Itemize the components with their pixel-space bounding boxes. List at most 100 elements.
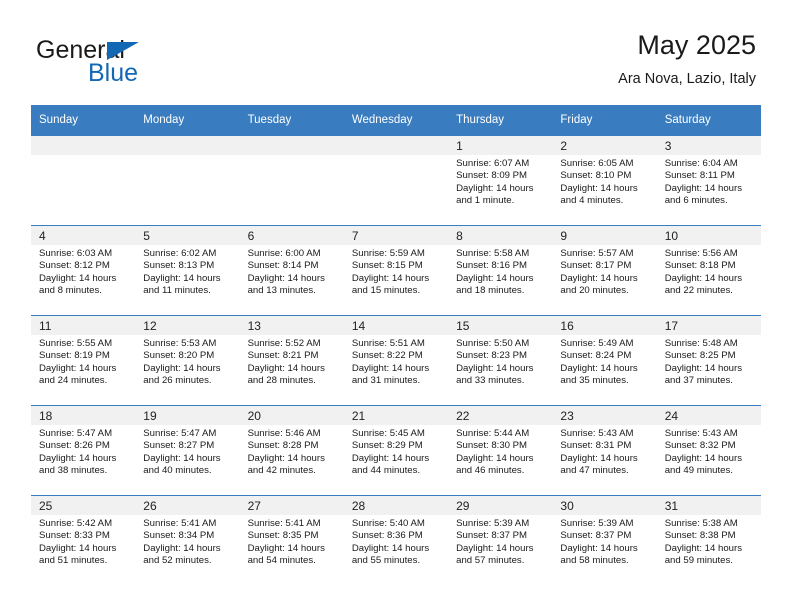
calendar-day-cell[interactable]: 1 Sunrise: 6:07 AM Sunset: 8:09 PM Daylight… [448, 135, 553, 226]
daylight-text-line1: Daylight: 14 hours [664, 452, 743, 464]
day-cell-details: Sunrise: 5:55 AM Sunset: 8:19 PM Daylight:… [31, 335, 135, 388]
calendar-day-cell[interactable]: 24 Sunrise: 5:43 AM Sunset: 8:32 PM Dayligh… [656, 405, 761, 496]
day-cell-inner [239, 136, 344, 225]
calendar-day-cell[interactable]: 30 Sunrise: 5:39 AM Sunset: 8:37 PM Dayligh… [552, 495, 657, 585]
daylight-text-line1: Daylight: 14 hours [456, 182, 534, 194]
day-number: 8 [448, 226, 553, 245]
weekday-header-sunday: Sunday [31, 105, 136, 136]
sunrise-text: Sunrise: 5:39 AM [456, 518, 530, 529]
daylight-text-line2: and 22 minutes. [664, 285, 733, 297]
calendar-day-cell[interactable]: 18 Sunrise: 5:47 AM Sunset: 8:26 PM Dayligh… [31, 405, 136, 496]
sunrise-text: Sunrise: 5:57 AM [560, 248, 634, 259]
sunset-text: Sunset: 8:28 PM [247, 440, 319, 452]
day-number: 25 [31, 496, 136, 515]
daylight-text-line1: Daylight: 14 hours [664, 542, 743, 554]
day-number: 15 [448, 316, 553, 335]
calendar-day-cell[interactable]: 10 Sunrise: 5:56 AM Sunset: 8:18 PM Dayligh… [656, 225, 761, 316]
calendar-day-cell[interactable]: 11 Sunrise: 5:55 AM Sunset: 8:19 PM Dayligh… [31, 315, 136, 406]
calendar-day-cell[interactable]: 4 Sunrise: 6:03 AM Sunset: 8:12 PM Daylight… [31, 225, 136, 316]
calendar-day-cell[interactable]: 16 Sunrise: 5:49 AM Sunset: 8:24 PM Dayligh… [552, 315, 657, 406]
daylight-text-line2: and 28 minutes. [247, 375, 316, 387]
daylight-text-line2: and 35 minutes. [560, 375, 629, 387]
day-cell-inner: 6 Sunrise: 6:00 AM Sunset: 8:14 PM Daylight… [239, 226, 344, 315]
daylight-text-line1: Daylight: 14 hours [664, 362, 743, 374]
day-cell-inner [135, 136, 240, 225]
day-number: 6 [239, 226, 344, 245]
title-block: May 2025 Ara Nova, Lazio, Italy [618, 28, 756, 90]
sunrise-text: Sunrise: 5:40 AM [351, 518, 425, 529]
daylight-text-line1: Daylight: 14 hours [39, 362, 117, 374]
weekday-header-tuesday: Tuesday [239, 105, 344, 136]
calendar-day-cell[interactable]: 29 Sunrise: 5:39 AM Sunset: 8:37 PM Dayligh… [448, 495, 553, 585]
day-number: 18 [31, 406, 136, 425]
daylight-text-line2: and 55 minutes. [351, 555, 421, 567]
calendar-day-cell[interactable]: 17 Sunrise: 5:48 AM Sunset: 8:25 PM Dayligh… [656, 315, 761, 406]
sunrise-text: Sunrise: 6:04 AM [664, 158, 738, 169]
calendar-day-cell[interactable]: 21 Sunrise: 5:45 AM Sunset: 8:29 PM Dayligh… [343, 405, 449, 496]
sunset-text: Sunset: 8:17 PM [560, 260, 632, 272]
sunset-text: Sunset: 8:31 PM [560, 440, 632, 452]
daylight-text-line2: and 40 minutes. [143, 465, 212, 477]
calendar-day-cell[interactable]: 8 Sunrise: 5:58 AM Sunset: 8:16 PM Daylight… [448, 225, 553, 316]
day-number: 1 [448, 136, 553, 155]
day-cell-inner: 29 Sunrise: 5:39 AM Sunset: 8:37 PM Dayligh… [448, 496, 553, 585]
calendar-day-cell[interactable]: 14 Sunrise: 5:51 AM Sunset: 8:22 PM Dayligh… [343, 315, 449, 406]
daylight-text-line2: and 51 minutes. [39, 555, 108, 567]
general-blue-logo[interactable]: General Blue [36, 36, 236, 96]
day-cell-details: Sunrise: 5:45 AM Sunset: 8:29 PM Daylight:… [344, 425, 448, 478]
sunrise-text: Sunrise: 6:03 AM [39, 248, 113, 259]
calendar-day-cell[interactable]: 26 Sunrise: 5:41 AM Sunset: 8:34 PM Dayligh… [135, 495, 240, 585]
calendar-day-cell[interactable]: 27 Sunrise: 5:41 AM Sunset: 8:35 PM Dayligh… [239, 495, 344, 585]
calendar-day-cell[interactable]: 15 Sunrise: 5:50 AM Sunset: 8:23 PM Dayligh… [448, 315, 553, 406]
sunset-text: Sunset: 8:25 PM [664, 350, 736, 362]
calendar-day-cell[interactable]: 13 Sunrise: 5:52 AM Sunset: 8:21 PM Dayligh… [239, 315, 344, 406]
sunrise-text: Sunrise: 6:00 AM [247, 248, 321, 259]
calendar-day-cell[interactable]: 31 Sunrise: 5:38 AM Sunset: 8:38 PM Dayligh… [656, 495, 761, 585]
day-cell-details: Sunrise: 5:43 AM Sunset: 8:31 PM Daylight:… [552, 425, 656, 478]
daylight-text-line2: and 52 minutes. [143, 555, 212, 567]
sunrise-text: Sunrise: 5:39 AM [560, 518, 634, 529]
daylight-text-line1: Daylight: 14 hours [351, 452, 430, 464]
daylight-text-line2: and 11 minutes. [143, 285, 211, 297]
day-number: 26 [135, 496, 240, 515]
sunset-text: Sunset: 8:32 PM [664, 440, 736, 452]
day-number: 17 [656, 316, 761, 335]
calendar-day-cell[interactable]: 25 Sunrise: 5:42 AM Sunset: 8:33 PM Dayligh… [31, 495, 136, 585]
day-number: 23 [552, 406, 657, 425]
daylight-text-line1: Daylight: 14 hours [351, 542, 430, 554]
weekday-header-friday: Friday [552, 105, 657, 136]
sunset-text: Sunset: 8:37 PM [456, 530, 528, 542]
calendar-day-cell[interactable]: 19 Sunrise: 5:47 AM Sunset: 8:27 PM Dayligh… [135, 405, 240, 496]
calendar-day-cell[interactable]: 7 Sunrise: 5:59 AM Sunset: 8:15 PM Daylight… [343, 225, 449, 316]
daylight-text-line1: Daylight: 14 hours [456, 542, 534, 554]
day-cell-inner: 27 Sunrise: 5:41 AM Sunset: 8:35 PM Dayligh… [239, 496, 344, 585]
calendar-day-cell[interactable]: 20 Sunrise: 5:46 AM Sunset: 8:28 PM Dayligh… [239, 405, 344, 496]
daylight-text-line2: and 58 minutes. [560, 555, 629, 567]
calendar-day-cell[interactable]: 23 Sunrise: 5:43 AM Sunset: 8:31 PM Dayligh… [552, 405, 657, 496]
calendar-day-cell[interactable]: 3 Sunrise: 6:04 AM Sunset: 8:11 PM Daylight… [656, 135, 761, 226]
day-cell-details: Sunrise: 5:56 AM Sunset: 8:18 PM Daylight:… [657, 245, 761, 298]
day-number: 4 [31, 226, 136, 245]
calendar-day-cell[interactable]: 28 Sunrise: 5:40 AM Sunset: 8:36 PM Dayligh… [343, 495, 449, 585]
calendar-day-cell[interactable]: 5 Sunrise: 6:02 AM Sunset: 8:13 PM Daylight… [135, 225, 240, 316]
sunset-text: Sunset: 8:36 PM [351, 530, 423, 542]
calendar-day-cell-empty [239, 135, 344, 226]
sunset-text: Sunset: 8:26 PM [39, 440, 110, 452]
calendar-day-cell[interactable]: 12 Sunrise: 5:53 AM Sunset: 8:20 PM Dayligh… [135, 315, 240, 406]
daylight-text-line1: Daylight: 14 hours [560, 452, 638, 464]
day-cell-details: Sunrise: 5:40 AM Sunset: 8:36 PM Daylight:… [344, 515, 448, 568]
day-number: 5 [135, 226, 240, 245]
calendar-day-cell[interactable]: 6 Sunrise: 6:00 AM Sunset: 8:14 PM Daylight… [239, 225, 344, 316]
daylight-text-line1: Daylight: 14 hours [39, 542, 117, 554]
daylight-text-line2: and 26 minutes. [143, 375, 212, 387]
day-cell-inner: 31 Sunrise: 5:38 AM Sunset: 8:38 PM Dayligh… [656, 496, 761, 585]
sunrise-text: Sunrise: 5:59 AM [351, 248, 425, 259]
calendar-day-cell[interactable]: 2 Sunrise: 6:05 AM Sunset: 8:10 PM Daylight… [552, 135, 657, 226]
sunset-text: Sunset: 8:10 PM [560, 170, 632, 182]
daylight-text-line1: Daylight: 14 hours [247, 272, 325, 284]
day-cell-inner: 8 Sunrise: 5:58 AM Sunset: 8:16 PM Daylight… [448, 226, 553, 315]
calendar-day-cell[interactable]: 9 Sunrise: 5:57 AM Sunset: 8:17 PM Daylight… [552, 225, 657, 316]
day-cell-inner: 1 Sunrise: 6:07 AM Sunset: 8:09 PM Daylight… [448, 136, 553, 225]
calendar-day-cell[interactable]: 22 Sunrise: 5:44 AM Sunset: 8:30 PM Dayligh… [448, 405, 553, 496]
daylight-text-line1: Daylight: 14 hours [143, 272, 221, 284]
